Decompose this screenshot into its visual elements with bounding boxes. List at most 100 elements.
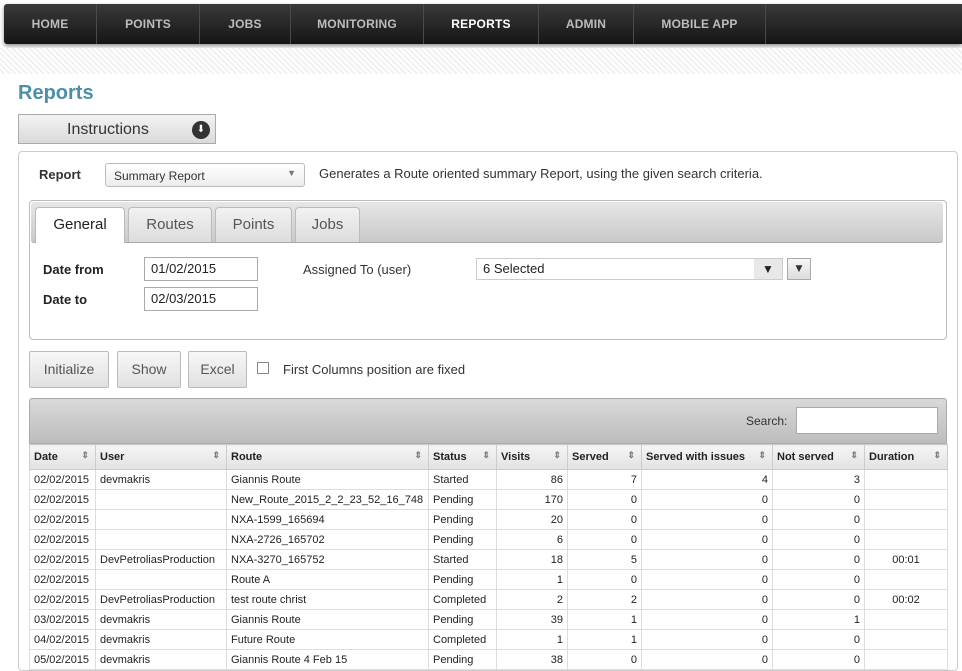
nav-monitoring[interactable]: MONITORING xyxy=(291,4,424,44)
sort-icon: ⇕ xyxy=(414,450,422,460)
report-type-select[interactable]: Summary Report ▼ xyxy=(105,163,305,187)
table-row[interactable]: 03/02/2015 devmakris Giannis Route Pending 3… xyxy=(29,609,948,630)
table-cell-visits: 18 xyxy=(496,549,568,570)
assigned-to-select[interactable]: 6 Selected ▼ xyxy=(476,258,783,280)
table-cell-served: 0 xyxy=(567,529,642,550)
column-header-user[interactable]: User ⇕ xyxy=(95,444,227,470)
table-cell-route: Giannis Route xyxy=(226,469,429,490)
table-cell-served-with-issues: 0 xyxy=(641,629,773,650)
table-row[interactable]: 02/02/2015 NXA-1599_165694 Pending 20 0 0 0 xyxy=(29,509,948,530)
table-cell-status: Pending xyxy=(428,649,497,670)
table-cell-duration xyxy=(864,529,948,550)
column-header-route[interactable]: Route ⇕ xyxy=(226,444,429,470)
table-cell-route: NXA-1599_165694 xyxy=(226,509,429,530)
instructions-button[interactable]: Instructions ⬇ xyxy=(18,114,216,144)
tab-general[interactable]: General xyxy=(35,207,125,243)
table-row[interactable]: 02/02/2015 New_Route_2015_2_2_23_52_16_74… xyxy=(29,489,948,510)
assigned-to-label: Assigned To (user) xyxy=(303,262,412,277)
table-cell-route: New_Route_2015_2_2_23_52_16_748 xyxy=(226,489,429,510)
column-header-not-served[interactable]: Not served ⇕ xyxy=(772,444,865,470)
table-row[interactable]: 02/02/2015 DevPetroliasProduction NXA-3270… xyxy=(29,549,948,570)
initialize-button[interactable]: Initialize xyxy=(29,351,109,388)
table-cell-not-served: 3 xyxy=(772,469,865,490)
table-cell-visits: 39 xyxy=(496,609,568,630)
table-row[interactable]: 05/02/2015 devmakris Giannis Route 4 Feb 1… xyxy=(29,649,948,670)
table-cell-route: Giannis Route xyxy=(226,609,429,630)
column-header-visits[interactable]: Visits ⇕ xyxy=(496,444,568,470)
sort-icon: ⇕ xyxy=(212,450,220,460)
top-navigation-bar: HOME POINTS JOBS MONITORING REPORTS ADMI… xyxy=(4,4,962,44)
show-button[interactable]: Show xyxy=(117,351,181,388)
table-cell-user: devmakris xyxy=(95,609,227,630)
table-cell-status: Pending xyxy=(428,509,497,530)
table-cell-user: DevPetroliasProduction xyxy=(95,589,227,610)
nav-mobile-app[interactable]: MOBILE APP xyxy=(634,4,766,44)
table-cell-date: 02/02/2015 xyxy=(29,549,96,570)
sort-icon: ⇕ xyxy=(758,450,766,460)
column-header-served-with-issues[interactable]: Served with issues ⇕ xyxy=(641,444,773,470)
table-row[interactable]: 04/02/2015 devmakris Future Route Completed… xyxy=(29,629,948,650)
sort-icon: ⇕ xyxy=(553,450,561,460)
sort-icon: ⇕ xyxy=(482,450,490,460)
report-description: Generates a Route oriented summary Repor… xyxy=(319,166,763,181)
table-cell-route: NXA-3270_165752 xyxy=(226,549,429,570)
table-cell-user: devmakris xyxy=(95,629,227,650)
column-header-status[interactable]: Status ⇕ xyxy=(428,444,497,470)
excel-button[interactable]: Excel xyxy=(188,351,247,388)
table-cell-served: 1 xyxy=(567,629,642,650)
table-row[interactable]: 02/02/2015 Route A Pending 1 0 0 0 xyxy=(29,569,948,590)
table-cell-served-with-issues: 0 xyxy=(641,609,773,630)
table-cell-served: 0 xyxy=(567,649,642,670)
instructions-label: Instructions xyxy=(67,121,149,138)
table-cell-served: 0 xyxy=(567,489,642,510)
table-cell-route: Giannis Route 4 Feb 15 xyxy=(226,649,429,670)
table-cell-visits: 86 xyxy=(496,469,568,490)
table-row[interactable]: 02/02/2015 devmakris Giannis Route Started 8… xyxy=(29,469,948,490)
table-cell-not-served: 0 xyxy=(772,489,865,510)
column-header-served[interactable]: Served ⇕ xyxy=(567,444,642,470)
date-from-input[interactable]: 01/02/2015 xyxy=(144,257,258,281)
search-input[interactable] xyxy=(796,407,938,434)
table-row[interactable]: 02/02/2015 DevPetroliasProduction test rou… xyxy=(29,589,948,610)
table-cell-date: 05/02/2015 xyxy=(29,649,96,670)
table-row[interactable]: 02/02/2015 NXA-2726_165702 Pending 6 0 0 0 xyxy=(29,529,948,550)
column-header-label: Served with issues xyxy=(646,451,746,463)
table-cell-not-served: 0 xyxy=(772,549,865,570)
column-header-duration[interactable]: Duration ⇕ xyxy=(864,444,948,470)
table-cell-status: Pending xyxy=(428,569,497,590)
table-cell-not-served: 0 xyxy=(772,509,865,530)
table-cell-served: 0 xyxy=(567,509,642,530)
nav-jobs[interactable]: JOBS xyxy=(200,4,291,44)
column-header-label: User xyxy=(100,451,125,463)
column-header-label: Not served xyxy=(777,451,834,463)
table-cell-route: NXA-2726_165702 xyxy=(226,529,429,550)
tab-points[interactable]: Points xyxy=(215,207,292,242)
download-circle-icon: ⬇ xyxy=(192,121,210,139)
table-cell-served: 7 xyxy=(567,469,642,490)
table-cell-date: 02/02/2015 xyxy=(29,589,96,610)
date-to-input[interactable]: 02/03/2015 xyxy=(144,287,258,311)
nav-points[interactable]: POINTS xyxy=(97,4,200,44)
table-cell-served-with-issues: 0 xyxy=(641,529,773,550)
column-header-date[interactable]: Date ⇕ xyxy=(29,444,96,470)
table-cell-not-served: 0 xyxy=(772,629,865,650)
table-cell-status: Completed xyxy=(428,629,497,650)
table-cell-user xyxy=(95,509,227,530)
tab-jobs[interactable]: Jobs xyxy=(295,207,360,242)
table-cell-user xyxy=(95,489,227,510)
table-cell-date: 02/02/2015 xyxy=(29,509,96,530)
table-cell-date: 02/02/2015 xyxy=(29,569,96,590)
table-cell-status: Pending xyxy=(428,529,497,550)
table-cell-status: Completed xyxy=(428,589,497,610)
column-header-label: Duration xyxy=(869,451,915,463)
table-cell-route: test route christ xyxy=(226,589,429,610)
table-cell-date: 02/02/2015 xyxy=(29,469,96,490)
nav-home[interactable]: HOME xyxy=(4,4,97,44)
fixed-columns-checkbox[interactable] xyxy=(257,362,269,374)
nav-admin[interactable]: ADMIN xyxy=(539,4,634,44)
page-title: Reports xyxy=(18,82,94,104)
table-cell-status: Pending xyxy=(428,489,497,510)
nav-reports[interactable]: REPORTS xyxy=(424,4,539,44)
assigned-to-toggle-button[interactable]: ▼ xyxy=(787,258,811,280)
tab-routes[interactable]: Routes xyxy=(128,207,212,242)
